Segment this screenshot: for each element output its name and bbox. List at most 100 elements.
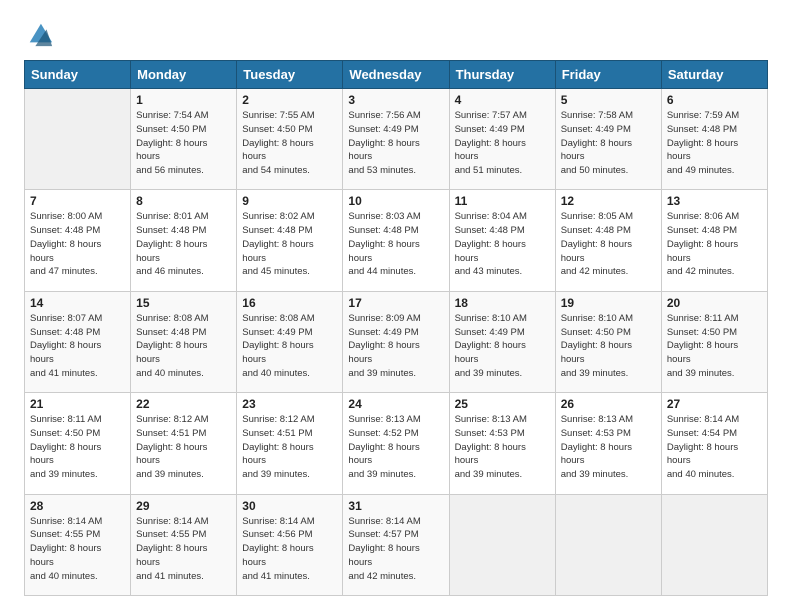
calendar-cell: 14 Sunrise: 8:07 AMSunset: 4:48 PMDayligh… — [25, 291, 131, 392]
day-number: 16 — [242, 296, 337, 310]
calendar-cell: 25 Sunrise: 8:13 AMSunset: 4:53 PMDayligh… — [449, 393, 555, 494]
logo — [24, 20, 54, 48]
calendar-week-row: 1 Sunrise: 7:54 AMSunset: 4:50 PMDaylight… — [25, 89, 768, 190]
day-info: Sunrise: 8:14 AMSunset: 4:56 PMDaylight:… — [242, 515, 337, 584]
day-info: Sunrise: 8:14 AMSunset: 4:55 PMDaylight:… — [136, 515, 231, 584]
day-info: Sunrise: 8:00 AMSunset: 4:48 PMDaylight:… — [30, 210, 125, 279]
weekday-header-cell: Wednesday — [343, 61, 449, 89]
day-info: Sunrise: 7:55 AMSunset: 4:50 PMDaylight:… — [242, 109, 337, 178]
day-number: 31 — [348, 499, 443, 513]
weekday-header-cell: Saturday — [661, 61, 767, 89]
day-info: Sunrise: 7:58 AMSunset: 4:49 PMDaylight:… — [561, 109, 656, 178]
calendar-cell: 22 Sunrise: 8:12 AMSunset: 4:51 PMDayligh… — [131, 393, 237, 494]
day-number: 27 — [667, 397, 762, 411]
day-info: Sunrise: 8:14 AMSunset: 4:55 PMDaylight:… — [30, 515, 125, 584]
day-info: Sunrise: 8:14 AMSunset: 4:54 PMDaylight:… — [667, 413, 762, 482]
day-info: Sunrise: 7:54 AMSunset: 4:50 PMDaylight:… — [136, 109, 231, 178]
day-number: 18 — [455, 296, 550, 310]
calendar-cell: 8 Sunrise: 8:01 AMSunset: 4:48 PMDaylight… — [131, 190, 237, 291]
day-number: 8 — [136, 194, 231, 208]
calendar-cell: 15 Sunrise: 8:08 AMSunset: 4:48 PMDayligh… — [131, 291, 237, 392]
day-info: Sunrise: 8:08 AMSunset: 4:49 PMDaylight:… — [242, 312, 337, 381]
day-number: 6 — [667, 93, 762, 107]
day-info: Sunrise: 8:10 AMSunset: 4:49 PMDaylight:… — [455, 312, 550, 381]
calendar-week-row: 21 Sunrise: 8:11 AMSunset: 4:50 PMDayligh… — [25, 393, 768, 494]
calendar-cell: 10 Sunrise: 8:03 AMSunset: 4:48 PMDayligh… — [343, 190, 449, 291]
weekday-header-cell: Friday — [555, 61, 661, 89]
day-info: Sunrise: 7:59 AMSunset: 4:48 PMDaylight:… — [667, 109, 762, 178]
weekday-header-row: SundayMondayTuesdayWednesdayThursdayFrid… — [25, 61, 768, 89]
calendar-cell: 28Sunrise: 8:14 AMSunset: 4:55 PMDayligh… — [25, 494, 131, 595]
day-info: Sunrise: 8:13 AMSunset: 4:52 PMDaylight:… — [348, 413, 443, 482]
day-number: 11 — [455, 194, 550, 208]
calendar-cell — [25, 89, 131, 190]
day-info: Sunrise: 8:03 AMSunset: 4:48 PMDaylight:… — [348, 210, 443, 279]
page: SundayMondayTuesdayWednesdayThursdayFrid… — [0, 0, 792, 612]
day-info: Sunrise: 8:09 AMSunset: 4:49 PMDaylight:… — [348, 312, 443, 381]
calendar-cell — [555, 494, 661, 595]
weekday-header-cell: Tuesday — [237, 61, 343, 89]
day-number: 7 — [30, 194, 125, 208]
calendar-cell — [449, 494, 555, 595]
day-number: 3 — [348, 93, 443, 107]
calendar-cell: 1 Sunrise: 7:54 AMSunset: 4:50 PMDaylight… — [131, 89, 237, 190]
day-number: 24 — [348, 397, 443, 411]
calendar-cell: 16 Sunrise: 8:08 AMSunset: 4:49 PMDayligh… — [237, 291, 343, 392]
calendar-cell: 24 Sunrise: 8:13 AMSunset: 4:52 PMDayligh… — [343, 393, 449, 494]
day-number: 1 — [136, 93, 231, 107]
day-number: 20 — [667, 296, 762, 310]
day-number: 17 — [348, 296, 443, 310]
calendar-cell: 4Sunrise: 7:57 AMSunset: 4:49 PMDaylight… — [449, 89, 555, 190]
day-info: Sunrise: 8:13 AMSunset: 4:53 PMDaylight:… — [455, 413, 550, 482]
day-info: Sunrise: 8:12 AMSunset: 4:51 PMDaylight:… — [242, 413, 337, 482]
weekday-header-cell: Sunday — [25, 61, 131, 89]
day-number: 14 — [30, 296, 125, 310]
calendar-cell: 29 Sunrise: 8:14 AMSunset: 4:55 PMDayligh… — [131, 494, 237, 595]
day-number: 29 — [136, 499, 231, 513]
day-info: Sunrise: 8:05 AMSunset: 4:48 PMDaylight:… — [561, 210, 656, 279]
day-info: Sunrise: 8:12 AMSunset: 4:51 PMDaylight:… — [136, 413, 231, 482]
calendar-body: 1 Sunrise: 7:54 AMSunset: 4:50 PMDaylight… — [25, 89, 768, 596]
day-number: 22 — [136, 397, 231, 411]
day-info: Sunrise: 8:08 AMSunset: 4:48 PMDaylight:… — [136, 312, 231, 381]
day-info: Sunrise: 8:11 AMSunset: 4:50 PMDaylight:… — [30, 413, 125, 482]
calendar-cell: 19 Sunrise: 8:10 AMSunset: 4:50 PMDayligh… — [555, 291, 661, 392]
calendar-cell: 7 Sunrise: 8:00 AMSunset: 4:48 PMDaylight… — [25, 190, 131, 291]
day-info: Sunrise: 8:04 AMSunset: 4:48 PMDaylight:… — [455, 210, 550, 279]
calendar-cell: 9 Sunrise: 8:02 AMSunset: 4:48 PMDaylight… — [237, 190, 343, 291]
day-info: Sunrise: 8:07 AMSunset: 4:48 PMDaylight:… — [30, 312, 125, 381]
day-number: 25 — [455, 397, 550, 411]
day-info: Sunrise: 8:10 AMSunset: 4:50 PMDaylight:… — [561, 312, 656, 381]
calendar-week-row: 28Sunrise: 8:14 AMSunset: 4:55 PMDayligh… — [25, 494, 768, 595]
day-info: Sunrise: 8:01 AMSunset: 4:48 PMDaylight:… — [136, 210, 231, 279]
calendar-cell: 12 Sunrise: 8:05 AMSunset: 4:48 PMDayligh… — [555, 190, 661, 291]
calendar-week-row: 14 Sunrise: 8:07 AMSunset: 4:48 PMDayligh… — [25, 291, 768, 392]
day-number: 23 — [242, 397, 337, 411]
day-info: Sunrise: 8:02 AMSunset: 4:48 PMDaylight:… — [242, 210, 337, 279]
day-number: 4 — [455, 93, 550, 107]
calendar-cell: 21 Sunrise: 8:11 AMSunset: 4:50 PMDayligh… — [25, 393, 131, 494]
day-number: 10 — [348, 194, 443, 208]
day-number: 15 — [136, 296, 231, 310]
calendar-cell: 31 Sunrise: 8:14 AMSunset: 4:57 PMDayligh… — [343, 494, 449, 595]
header — [24, 20, 768, 48]
day-number: 21 — [30, 397, 125, 411]
calendar-cell: 27 Sunrise: 8:14 AMSunset: 4:54 PMDayligh… — [661, 393, 767, 494]
calendar-cell: 5 Sunrise: 7:58 AMSunset: 4:49 PMDaylight… — [555, 89, 661, 190]
day-number: 5 — [561, 93, 656, 107]
day-number: 19 — [561, 296, 656, 310]
calendar-cell: 6 Sunrise: 7:59 AMSunset: 4:48 PMDaylight… — [661, 89, 767, 190]
calendar-cell: 3 Sunrise: 7:56 AMSunset: 4:49 PMDaylight… — [343, 89, 449, 190]
day-number: 9 — [242, 194, 337, 208]
calendar-cell — [661, 494, 767, 595]
day-info: Sunrise: 8:14 AMSunset: 4:57 PMDaylight:… — [348, 515, 443, 584]
day-number: 12 — [561, 194, 656, 208]
day-info: Sunrise: 7:56 AMSunset: 4:49 PMDaylight:… — [348, 109, 443, 178]
calendar-cell: 26Sunrise: 8:13 AMSunset: 4:53 PMDayligh… — [555, 393, 661, 494]
calendar-cell: 20 Sunrise: 8:11 AMSunset: 4:50 PMDayligh… — [661, 291, 767, 392]
day-info: Sunrise: 8:11 AMSunset: 4:50 PMDaylight:… — [667, 312, 762, 381]
calendar-cell: 23 Sunrise: 8:12 AMSunset: 4:51 PMDayligh… — [237, 393, 343, 494]
calendar-cell: 30Sunrise: 8:14 AMSunset: 4:56 PMDayligh… — [237, 494, 343, 595]
logo-icon — [26, 20, 54, 48]
weekday-header-cell: Monday — [131, 61, 237, 89]
